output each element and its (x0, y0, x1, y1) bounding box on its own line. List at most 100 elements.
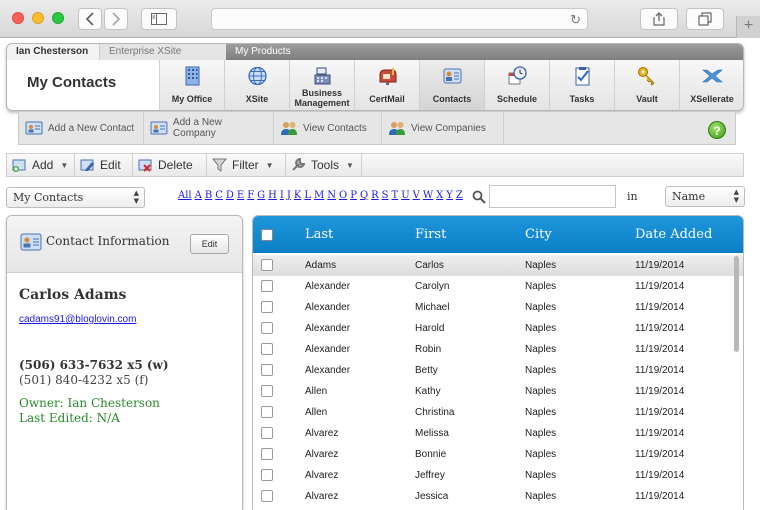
module-vault[interactable]: Vault (614, 60, 679, 110)
table-row[interactable]: Adams Carlos Naples 11/19/2014 (253, 255, 743, 276)
zoom-window-button[interactable] (52, 12, 64, 24)
cell-city: Naples (525, 428, 557, 439)
alpha-filter-letter[interactable]: A (195, 190, 202, 201)
alpha-filter-letter[interactable]: S (382, 190, 389, 201)
alpha-filter-letter[interactable]: K (294, 190, 301, 201)
contact-list-select[interactable]: My Contacts ▲ ▼ (6, 187, 145, 208)
alpha-filter-letter[interactable]: P (350, 190, 357, 201)
edit-contact-button[interactable]: Edit (190, 234, 229, 254)
alpha-filter-letter[interactable]: H (268, 190, 277, 201)
row-checkbox[interactable] (261, 448, 273, 460)
alpha-filter-letter[interactable]: G (257, 190, 265, 201)
column-header-city[interactable]: City (525, 227, 552, 242)
module-tasks[interactable]: Tasks (549, 60, 614, 110)
view-contacts-button[interactable]: View Contacts (274, 112, 382, 144)
module-business-management[interactable]: Business Management (289, 60, 354, 110)
column-header-first[interactable]: First (415, 227, 446, 242)
filter-menu-button[interactable]: Filter ▼ (207, 154, 286, 176)
address-bar[interactable]: ↻ (211, 8, 588, 30)
minimize-window-button[interactable] (32, 12, 44, 24)
alpha-filter-letter[interactable]: J (287, 190, 291, 201)
module-label: Schedule (496, 94, 537, 104)
alpha-filter-letter[interactable]: Q (360, 190, 368, 201)
module-my-office[interactable]: My Office (159, 60, 224, 110)
row-checkbox[interactable] (261, 385, 273, 397)
row-checkbox[interactable] (261, 301, 273, 313)
row-checkbox[interactable] (261, 490, 273, 502)
module-xsite[interactable]: XSite (224, 60, 289, 110)
table-row[interactable]: Alvarez Bonnie Naples 11/19/2014 (253, 444, 743, 465)
delete-button[interactable]: Delete (133, 154, 207, 176)
table-row[interactable]: Alexander Carolyn Naples 11/19/2014 (253, 276, 743, 297)
alpha-filter-letter[interactable]: X (436, 190, 443, 201)
add-contact-button[interactable]: Add a New Contact (19, 112, 144, 144)
table-row[interactable]: Allen Kathy Naples 11/19/2014 (253, 381, 743, 402)
alpha-filter-letter[interactable]: Y (446, 190, 453, 201)
table-row[interactable]: Alvarez Jeffrey Naples 11/19/2014 (253, 465, 743, 486)
add-menu-button[interactable]: Add ▼ (7, 154, 75, 176)
close-window-button[interactable] (12, 12, 24, 24)
table-row[interactable]: Allen Christina Naples 11/19/2014 (253, 402, 743, 423)
alpha-filter-letter[interactable]: I (280, 190, 284, 201)
table-row[interactable]: Alvarez Jessica Naples 11/19/2014 (253, 486, 743, 507)
alpha-filter-letter[interactable]: Z (456, 190, 463, 201)
grid-scrollbar[interactable] (734, 256, 739, 352)
column-header-last[interactable]: Last (305, 227, 333, 242)
module-xsellerate[interactable]: XSellerate (679, 60, 743, 110)
alpha-filter-letter[interactable]: R (371, 190, 379, 201)
alpha-filter-letter[interactable]: D (226, 190, 234, 201)
tools-menu-button[interactable]: Tools ▼ (286, 154, 362, 176)
table-row[interactable]: Alexander Betty Naples 11/19/2014 (253, 360, 743, 381)
back-button[interactable] (78, 8, 102, 30)
alpha-filter-letter[interactable]: U (401, 190, 409, 201)
new-tab-button[interactable]: + (736, 16, 760, 38)
select-all-checkbox[interactable] (261, 229, 273, 241)
alpha-filter-letter[interactable]: V (413, 190, 420, 201)
reload-icon[interactable]: ↻ (570, 12, 581, 28)
table-row[interactable]: Alvarez Melissa Naples 11/19/2014 (253, 423, 743, 444)
module-schedule[interactable]: Schedule (484, 60, 549, 110)
tab-enterprise-xsite[interactable]: Enterprise XSite (99, 44, 226, 60)
cell-city: Naples (525, 386, 557, 397)
row-checkbox[interactable] (261, 259, 273, 271)
alpha-filter-letter[interactable]: L (304, 190, 311, 201)
alpha-filter-letter[interactable]: E (237, 190, 244, 201)
alpha-filter-letter[interactable]: W (423, 190, 433, 201)
row-checkbox[interactable] (261, 469, 273, 481)
contact-email-link[interactable]: cadams91@bloglovin.com (19, 314, 136, 325)
column-header-date-added[interactable]: Date Added (635, 227, 712, 242)
alpha-filter-letter[interactable]: F (247, 190, 254, 201)
alpha-filter-all[interactable]: All (178, 190, 192, 201)
row-checkbox[interactable] (261, 343, 273, 355)
sidebar-button[interactable] (141, 8, 177, 30)
tab-user[interactable]: Ian Chesterson (7, 44, 99, 60)
alpha-filter-letter[interactable]: C (215, 190, 223, 201)
alpha-filter-letter[interactable]: B (205, 190, 212, 201)
table-row[interactable]: Alexander Michael Naples 11/19/2014 (253, 297, 743, 318)
row-checkbox[interactable] (261, 364, 273, 376)
row-checkbox[interactable] (261, 322, 273, 334)
alpha-filter-letter[interactable]: O (339, 190, 347, 201)
view-companies-button[interactable]: View Companies (382, 112, 504, 144)
tab-my-products[interactable]: My Products (226, 44, 326, 60)
edit-button[interactable]: Edit (75, 154, 133, 176)
alpha-filter-letter[interactable]: N (327, 190, 336, 201)
help-button[interactable]: ? (708, 121, 726, 139)
alpha-filter-letter[interactable]: T (392, 190, 399, 201)
alpha-filter-letter[interactable]: M (314, 190, 324, 201)
share-button[interactable] (640, 8, 678, 30)
forward-button[interactable] (104, 8, 128, 30)
search-input[interactable] (489, 185, 616, 208)
view-companies-label: View Companies (411, 122, 486, 134)
row-checkbox[interactable] (261, 427, 273, 439)
module-contacts[interactable]: Contacts (419, 60, 484, 110)
row-checkbox[interactable] (261, 406, 273, 418)
add-company-button[interactable]: Add a New Company (144, 112, 274, 144)
table-row[interactable]: Alexander Harold Naples 11/19/2014 (253, 318, 743, 339)
table-row[interactable]: Alexander Robin Naples 11/19/2014 (253, 339, 743, 360)
row-checkbox[interactable] (261, 280, 273, 292)
module-certmail[interactable]: CertMail (354, 60, 419, 110)
tabs-overview-button[interactable] (686, 8, 724, 30)
search-field-select[interactable]: Name ▲ ▼ (665, 186, 745, 207)
cell-last: Alvarez (305, 428, 339, 439)
